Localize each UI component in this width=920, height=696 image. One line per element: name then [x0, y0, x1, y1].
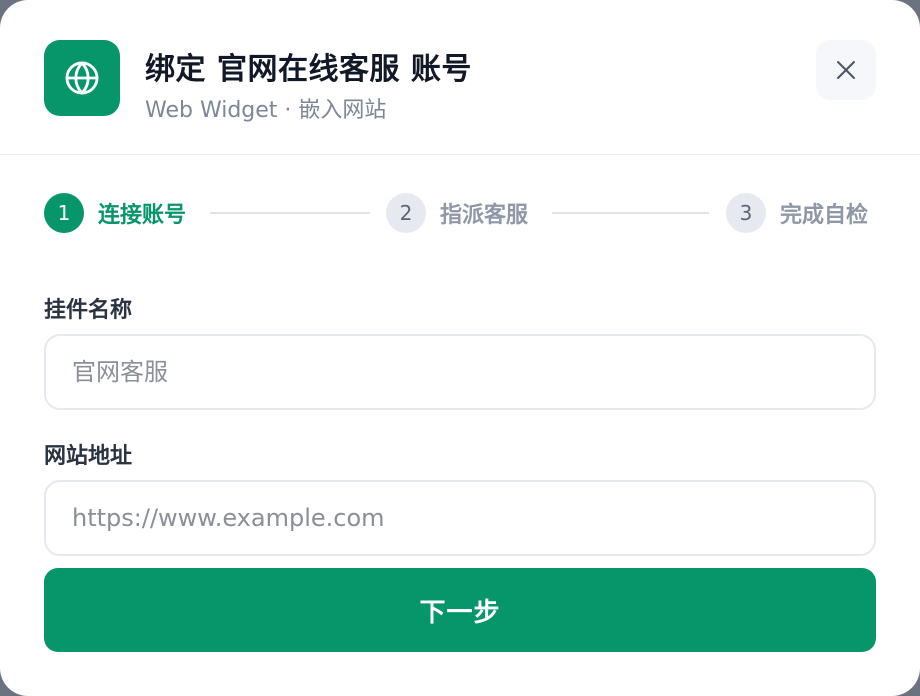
- close-button[interactable]: [816, 40, 876, 100]
- close-icon: [837, 61, 855, 79]
- dialog-subtitle: Web Widget · 嵌入网站: [145, 98, 387, 123]
- step-number: 3: [726, 193, 766, 233]
- step-connector: [210, 212, 370, 214]
- step-label: 指派客服: [440, 203, 529, 228]
- site-url-label: 网站地址: [44, 444, 133, 469]
- dialog-title: 绑定 官网在线客服 账号: [145, 52, 472, 87]
- step-self-check: 3 完成自检: [726, 192, 868, 234]
- step-connector: [552, 212, 709, 214]
- bind-account-dialog: 绑定 官网在线客服 账号 Web Widget · 嵌入网站 1 连接账号 2 …: [0, 0, 920, 696]
- widget-name-input[interactable]: [44, 334, 876, 410]
- dialog-header: 绑定 官网在线客服 账号 Web Widget · 嵌入网站: [0, 0, 920, 155]
- step-number: 2: [386, 193, 426, 233]
- globe-icon: [65, 61, 99, 95]
- step-number: 1: [44, 193, 84, 233]
- step-label: 连接账号: [98, 203, 187, 228]
- step-assign-agent: 2 指派客服: [386, 192, 528, 234]
- step-label: 完成自检: [780, 203, 869, 228]
- app-icon: [44, 40, 120, 116]
- step-connect-account: 1 连接账号: [44, 192, 186, 234]
- widget-name-label: 挂件名称: [44, 298, 133, 323]
- next-step-button[interactable]: 下一步: [44, 568, 876, 652]
- site-url-input[interactable]: [44, 480, 876, 556]
- stepper: 1 连接账号 2 指派客服 3 完成自检: [44, 192, 876, 234]
